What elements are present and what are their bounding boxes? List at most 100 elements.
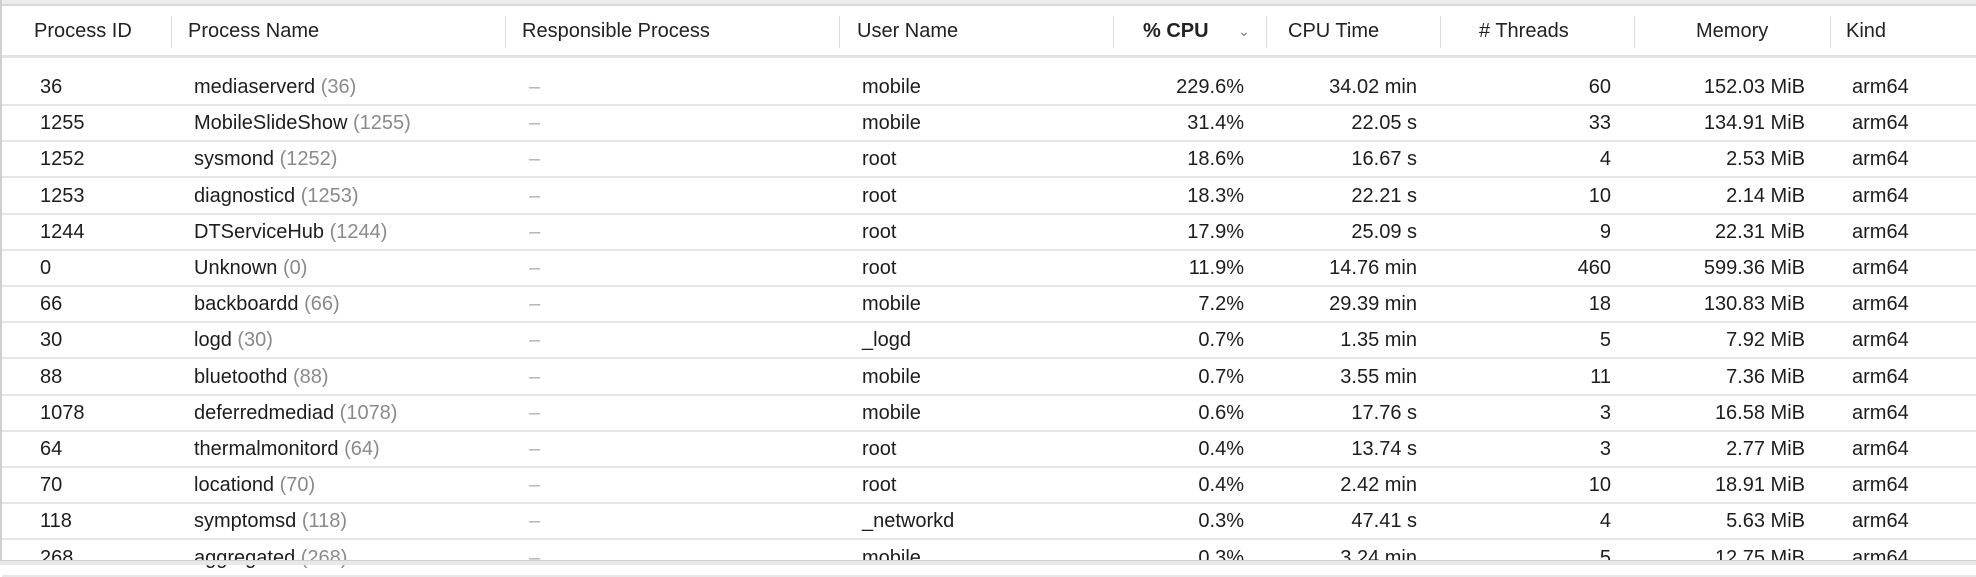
process-name-text: Unknown xyxy=(194,257,278,279)
cpu-percent: 11.9% xyxy=(1188,257,1244,279)
memory: 2.14 MiB xyxy=(1726,184,1805,207)
table-row[interactable]: 268 aggregated (268) – mobile 0.3% 3.24 min 5 1… xyxy=(2,541,1976,577)
column-header-process-name[interactable]: Process Name xyxy=(188,8,319,55)
cpu-percent: 0.4% xyxy=(1198,474,1244,497)
cpu-percent: 0.3% xyxy=(1198,546,1244,569)
cpu-time: 16.67 s xyxy=(1351,148,1417,171)
cpu-time: 1.35 min xyxy=(1340,329,1417,352)
table-row[interactable]: 30 logd (30) – _logd 0.7% 1.35 min 5 7.92 MiB ar… xyxy=(2,323,1976,360)
table-row[interactable]: 36 mediaserverd (36) – mobile 229.6% 34.02 mi… xyxy=(2,70,1976,106)
cpu-time: 47.41 s xyxy=(1351,510,1417,533)
process-name-text: mediaserverd xyxy=(194,76,316,98)
process-name: Unknown (0) xyxy=(194,251,307,285)
memory: 2.77 MiB xyxy=(1726,438,1805,460)
process-name-text: logd xyxy=(194,329,232,352)
column-header-cpu-time[interactable]: CPU Time xyxy=(1288,8,1379,55)
process-name-text: sysmond xyxy=(194,148,275,171)
column-divider[interactable] xyxy=(1830,16,1831,48)
cpu-time: 3.55 min xyxy=(1340,365,1417,388)
responsible-process: – xyxy=(529,510,541,533)
memory: 22.31 MiB xyxy=(1714,220,1805,243)
user-name: root xyxy=(862,148,897,171)
process-name-text: diagnosticd xyxy=(194,184,296,207)
table-row[interactable]: 66 backboardd (66) – mobile 7.2% 29.39 min 18 1… xyxy=(2,287,1976,324)
thread-count: 3 xyxy=(1599,438,1611,460)
kind: arm64 xyxy=(1852,257,1909,279)
user-name: mobile xyxy=(862,401,921,424)
responsible-process: – xyxy=(529,76,541,98)
column-divider[interactable] xyxy=(839,16,840,48)
table-row[interactable]: 1255 MobileSlideShow (1255) – mobile 31.4% 22… xyxy=(2,106,1976,143)
user-name: root xyxy=(862,257,897,279)
column-header-responsible-process[interactable]: Responsible Process xyxy=(522,8,710,55)
column-divider[interactable] xyxy=(1634,16,1635,48)
cpu-percent: 17.9% xyxy=(1187,220,1244,243)
cpu-percent: 31.4% xyxy=(1187,112,1244,135)
column-header-cpu-percent[interactable]: % CPU xyxy=(1143,8,1209,55)
kind: arm64 xyxy=(1852,546,1909,569)
process-name-pid: (88) xyxy=(292,365,329,388)
table-row[interactable]: 88 bluetoothd (88) – mobile 0.7% 3.55 min 11 7.… xyxy=(2,360,1976,396)
responsible-process: – xyxy=(529,184,541,207)
responsible-process: – xyxy=(529,148,541,171)
cpu-percent: 0.7% xyxy=(1198,365,1244,388)
process-name: sysmond (1252) xyxy=(194,142,337,176)
column-divider[interactable] xyxy=(1440,16,1441,48)
user-name: mobile xyxy=(862,365,921,388)
table-row[interactable]: 64 thermalmonitord (64) – root 0.4% 13.74 s 3 2… xyxy=(2,432,1976,468)
responsible-process: – xyxy=(529,112,541,135)
table-header: Process ID Process Name Responsible Proc… xyxy=(2,8,1976,58)
user-name: root xyxy=(862,474,897,497)
user-name: _networkd xyxy=(862,510,955,533)
table-row[interactable]: 70 locationd (70) – root 0.4% 2.42 min 10 18.91… xyxy=(2,468,1976,505)
memory: 18.91 MiB xyxy=(1714,474,1805,497)
table-row[interactable]: 118 symptomsd (118) – _networkd 0.3% 47.41 s 4… xyxy=(2,504,1976,541)
process-name: deferredmediad (1078) xyxy=(194,396,397,430)
process-name-text: backboardd xyxy=(194,293,299,316)
process-name: MobileSlideShow (1255) xyxy=(194,106,411,140)
cpu-time: 22.21 s xyxy=(1351,184,1417,207)
process-name-pid: (36) xyxy=(320,76,357,98)
process-id: 0 xyxy=(40,257,52,279)
table-row[interactable]: 0 Unknown (0) – root 11.9% 14.76 min 460 599.36… xyxy=(2,251,1976,287)
user-name: root xyxy=(862,220,897,243)
column-header-memory[interactable]: Memory xyxy=(1696,8,1768,55)
column-divider[interactable] xyxy=(171,16,172,48)
user-name: root xyxy=(862,184,897,207)
cpu-percent: 0.4% xyxy=(1198,438,1244,460)
cpu-time: 13.74 s xyxy=(1351,438,1417,460)
thread-count: 4 xyxy=(1599,148,1611,171)
process-name-pid: (0) xyxy=(282,257,308,279)
process-id: 64 xyxy=(40,438,63,460)
kind: arm64 xyxy=(1852,76,1909,98)
column-header-process-id[interactable]: Process ID xyxy=(34,8,132,55)
process-name: bluetoothd (88) xyxy=(194,360,329,394)
memory: 7.36 MiB xyxy=(1726,365,1805,388)
process-name: logd (30) xyxy=(194,323,273,357)
table-row[interactable]: 1078 deferredmediad (1078) – mobile 0.6% 17.7… xyxy=(2,396,1976,432)
column-divider[interactable] xyxy=(1113,16,1114,48)
process-name-pid: (30) xyxy=(237,329,273,352)
cpu-time: 22.05 s xyxy=(1351,112,1417,135)
table-row[interactable]: 1244 DTServiceHub (1244) – root 17.9% 25.09 s… xyxy=(2,215,1976,251)
process-id: 1252 xyxy=(40,148,85,171)
cpu-time: 2.42 min xyxy=(1340,474,1417,497)
thread-count: 5 xyxy=(1599,546,1611,569)
kind: arm64 xyxy=(1852,293,1909,316)
process-name-pid: (1253) xyxy=(300,184,359,207)
chevron-down-icon[interactable]: ⌄ xyxy=(1238,8,1250,55)
column-divider[interactable] xyxy=(505,16,506,48)
column-divider[interactable] xyxy=(1266,16,1267,48)
column-header-user-name[interactable]: User Name xyxy=(857,8,958,55)
table-row[interactable]: 1253 diagnosticd (1253) – root 18.3% 22.21 s 1… xyxy=(2,179,1976,215)
process-name-pid: (64) xyxy=(344,438,380,460)
process-id: 66 xyxy=(40,293,63,316)
table-row[interactable]: 1252 sysmond (1252) – root 18.6% 16.67 s 4 2.53… xyxy=(2,142,1976,179)
thread-count: 460 xyxy=(1577,257,1611,279)
process-name: mediaserverd (36) xyxy=(194,70,356,104)
process-id: 1255 xyxy=(40,112,85,135)
column-header-threads[interactable]: # Threads xyxy=(1479,8,1569,55)
column-header-kind[interactable]: Kind xyxy=(1846,8,1886,55)
user-name: mobile xyxy=(862,293,921,316)
thread-count: 10 xyxy=(1588,184,1611,207)
